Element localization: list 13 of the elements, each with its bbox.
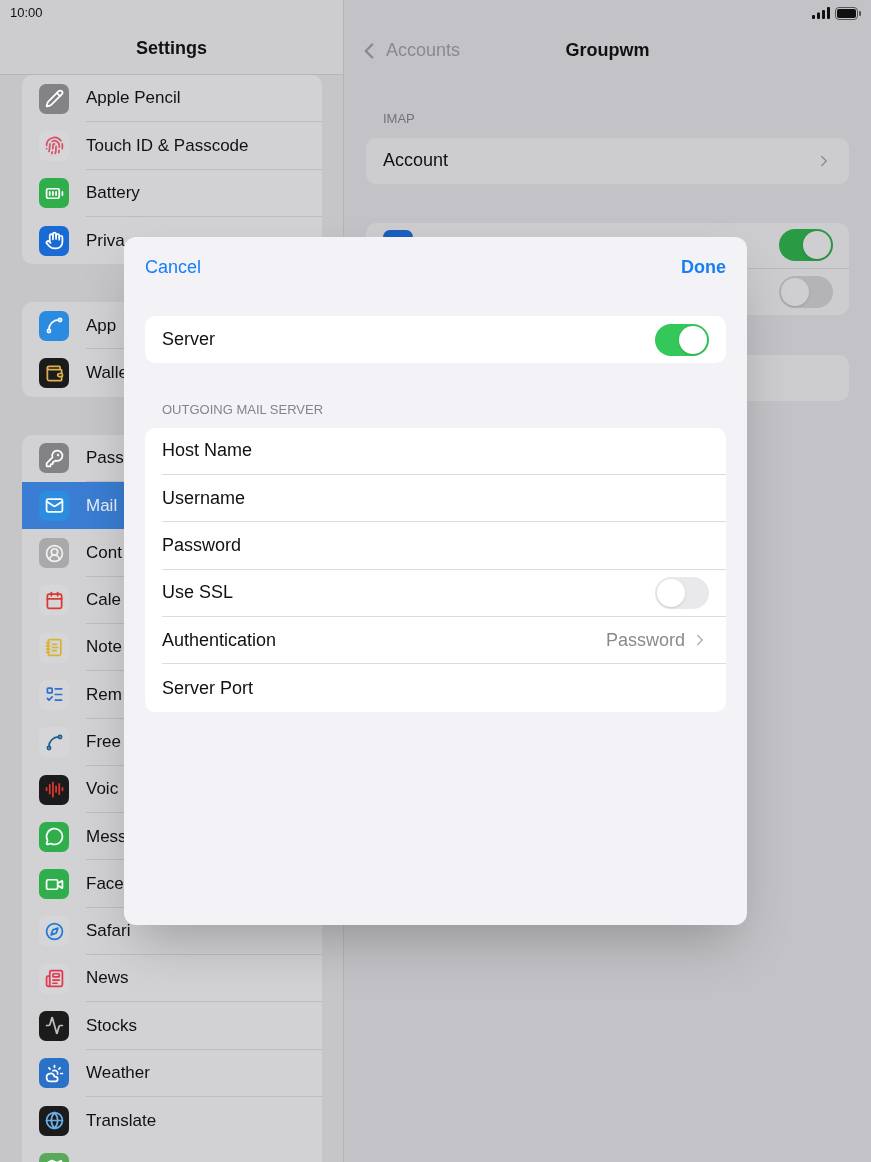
sidebar-title: Settings: [136, 36, 207, 60]
row-label: Authentication: [162, 628, 277, 652]
row-label: Use SSL: [162, 581, 234, 605]
section-header: IMAP: [382, 110, 416, 128]
row-label: Host Name: [162, 439, 253, 463]
row-label: Username: [162, 486, 246, 510]
row-label: Server: [162, 328, 215, 351]
row-value: Password: [605, 628, 685, 652]
status-time: 10:00: [10, 4, 43, 23]
page-title: Groupwm: [565, 39, 650, 62]
row-label: Password: [162, 533, 242, 557]
row-label: Server Port: [162, 676, 254, 700]
section-header: OUTGOING MAIL SERVER: [161, 401, 325, 419]
